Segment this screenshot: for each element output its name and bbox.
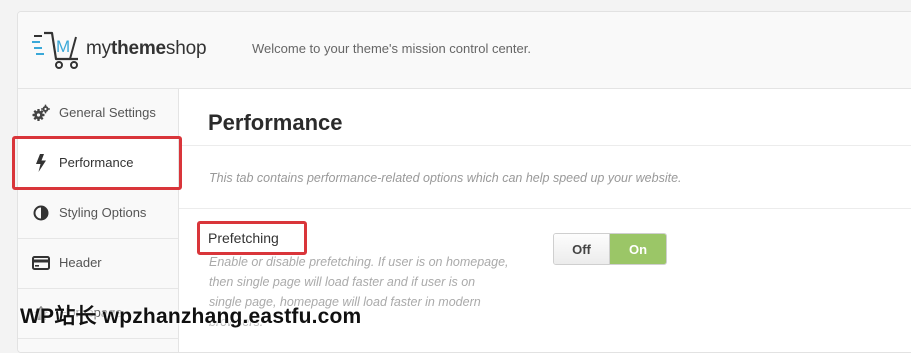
divider: [179, 145, 911, 146]
sidebar-item-label: Styling Options: [59, 205, 147, 220]
sidebar-item-label: General Settings: [59, 105, 156, 120]
contrast-icon: [32, 204, 50, 222]
options-header: M mythemeshop Welcome to your theme's mi…: [18, 12, 911, 89]
toggle-on-button[interactable]: On: [610, 234, 666, 264]
sidebar-item-header[interactable]: Header: [18, 239, 178, 289]
sidebar-item-general-settings[interactable]: General Settings: [18, 89, 178, 139]
sidebar-item-performance[interactable]: Performance: [18, 139, 178, 189]
lightning-bolt-icon: [32, 154, 50, 172]
svg-text:M: M: [56, 37, 70, 56]
divider: [179, 208, 911, 209]
option-title-prefetching: Prefetching: [208, 230, 279, 246]
welcome-text: Welcome to your theme's mission control …: [252, 41, 531, 56]
page-title: Performance: [208, 110, 343, 135]
tab-description: This tab contains performance-related op…: [209, 171, 682, 185]
prefetching-toggle[interactable]: Off On: [553, 233, 667, 265]
cart-logo-icon: M: [32, 31, 78, 69]
header-card-icon: [32, 254, 50, 272]
watermark-text: WP站长 wpzhanzhang.eastfu.com: [20, 305, 362, 328]
sidebar-item-label: Performance: [59, 155, 134, 170]
toggle-off-button[interactable]: Off: [554, 234, 610, 264]
gears-icon: [32, 104, 50, 122]
brand-name: mythemeshop: [86, 38, 207, 59]
sidebar-item-styling-options[interactable]: Styling Options: [18, 189, 178, 239]
sidebar-item-label: Header: [59, 255, 102, 270]
